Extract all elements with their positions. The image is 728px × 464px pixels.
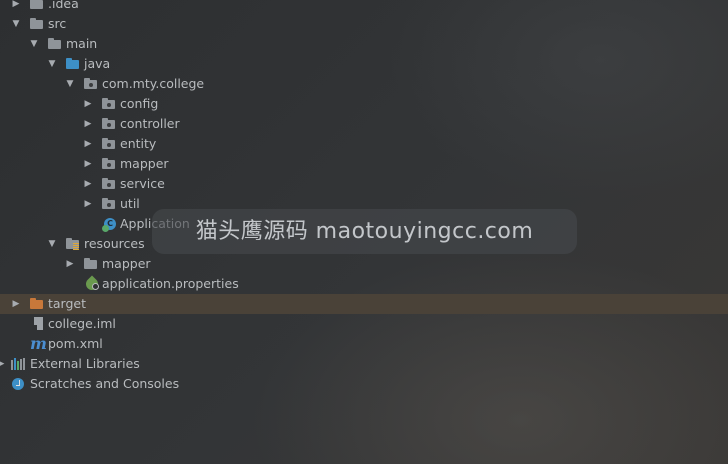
- tree-item-label: controller: [120, 116, 180, 131]
- chevron-down-icon[interactable]: ▼: [11, 14, 21, 34]
- tree-item-label: mapper: [102, 256, 151, 271]
- tree-item-label: application.properties: [102, 276, 239, 291]
- chevron-right-icon[interactable]: ▶: [83, 94, 93, 114]
- tree-item-label: src: [48, 16, 67, 31]
- tree-item-label: target: [48, 296, 87, 311]
- module-file-icon: [32, 317, 46, 331]
- tree-item-java[interactable]: ▼ java: [0, 54, 728, 74]
- tree-item-college-iml[interactable]: college.iml: [0, 314, 728, 334]
- tree-item-label: entity: [120, 136, 157, 151]
- tree-item-target[interactable]: ▶ target: [0, 294, 728, 314]
- chevron-right-icon[interactable]: ▶: [11, 0, 21, 14]
- tree-item-external-libraries[interactable]: ▶ External Libraries: [0, 354, 728, 374]
- chevron-down-icon[interactable]: ▼: [47, 234, 57, 254]
- tree-item-label: util: [120, 196, 140, 211]
- package-icon: [102, 157, 116, 171]
- package-icon: [102, 197, 116, 211]
- spring-class-icon: C: [102, 217, 118, 232]
- chevron-right-icon[interactable]: ▶: [0, 354, 6, 374]
- chevron-right-icon[interactable]: ▶: [83, 154, 93, 174]
- tree-item-label: resources: [84, 236, 145, 251]
- tree-item-label: config: [120, 96, 159, 111]
- resources-folder-icon: [66, 237, 80, 251]
- chevron-right-icon[interactable]: ▶: [83, 134, 93, 154]
- chevron-right-icon[interactable]: ▶: [83, 114, 93, 134]
- tree-item-label: Scratches and Consoles: [30, 376, 180, 391]
- tree-item-application-properties[interactable]: application.properties: [0, 274, 728, 294]
- tree-item-label: mapper: [120, 156, 169, 171]
- folder-icon: [84, 257, 98, 271]
- tree-item-label: java: [84, 56, 111, 71]
- excluded-folder-icon: [30, 297, 44, 311]
- tree-item-mapper-folder[interactable]: ▶ mapper: [0, 254, 728, 274]
- tree-item-controller[interactable]: ▶ controller: [0, 114, 728, 134]
- tree-item-label: college.iml: [48, 316, 116, 331]
- chevron-right-icon[interactable]: ▶: [83, 174, 93, 194]
- tree-item-entity[interactable]: ▶ entity: [0, 134, 728, 154]
- tree-item-label: com.mty.college: [102, 76, 205, 91]
- chevron-down-icon[interactable]: ▼: [29, 34, 39, 54]
- tree-item-scratches[interactable]: Scratches and Consoles: [0, 374, 728, 394]
- package-icon: [84, 77, 98, 91]
- tree-item-label: External Libraries: [30, 356, 140, 371]
- tree-item-main[interactable]: ▼ main: [0, 34, 728, 54]
- chevron-right-icon[interactable]: ▶: [83, 194, 93, 214]
- package-icon: [102, 137, 116, 151]
- chevron-down-icon[interactable]: ▼: [47, 54, 57, 74]
- tree-item-package-root[interactable]: ▼ com.mty.college: [0, 74, 728, 94]
- package-icon: [102, 177, 116, 191]
- folder-icon: [30, 0, 44, 11]
- maven-icon: m: [30, 334, 47, 353]
- tree-item-label: pom.xml: [48, 336, 103, 351]
- source-folder-icon: [66, 57, 80, 71]
- tree-item-idea[interactable]: ▶ .idea: [0, 0, 728, 14]
- tree-item-service[interactable]: ▶ service: [0, 174, 728, 194]
- project-tree: ▶ .idea ▼ src ▼ main ▼ java ▼ com.mty.co…: [0, 0, 728, 400]
- folder-icon: [30, 17, 44, 31]
- chevron-down-icon[interactable]: ▼: [65, 74, 75, 94]
- tree-item-config[interactable]: ▶ config: [0, 94, 728, 114]
- chevron-right-icon[interactable]: ▶: [65, 254, 75, 274]
- tree-item-label: .idea: [48, 0, 79, 11]
- spring-properties-icon: [83, 275, 101, 293]
- tree-item-label: main: [66, 36, 98, 51]
- scratches-icon: [12, 377, 26, 391]
- folder-icon: [48, 37, 62, 51]
- tree-item-mapper-package[interactable]: ▶ mapper: [0, 154, 728, 174]
- chevron-right-icon[interactable]: ▶: [11, 294, 21, 314]
- libraries-icon: [11, 357, 25, 371]
- tree-item-label: service: [120, 176, 165, 191]
- tree-item-src[interactable]: ▼ src: [0, 14, 728, 34]
- tree-item-pom-xml[interactable]: m pom.xml: [0, 334, 728, 354]
- package-icon: [102, 97, 116, 111]
- package-icon: [102, 117, 116, 131]
- watermark-banner: 猫头鹰源码 maotouyingcc.com: [152, 209, 577, 254]
